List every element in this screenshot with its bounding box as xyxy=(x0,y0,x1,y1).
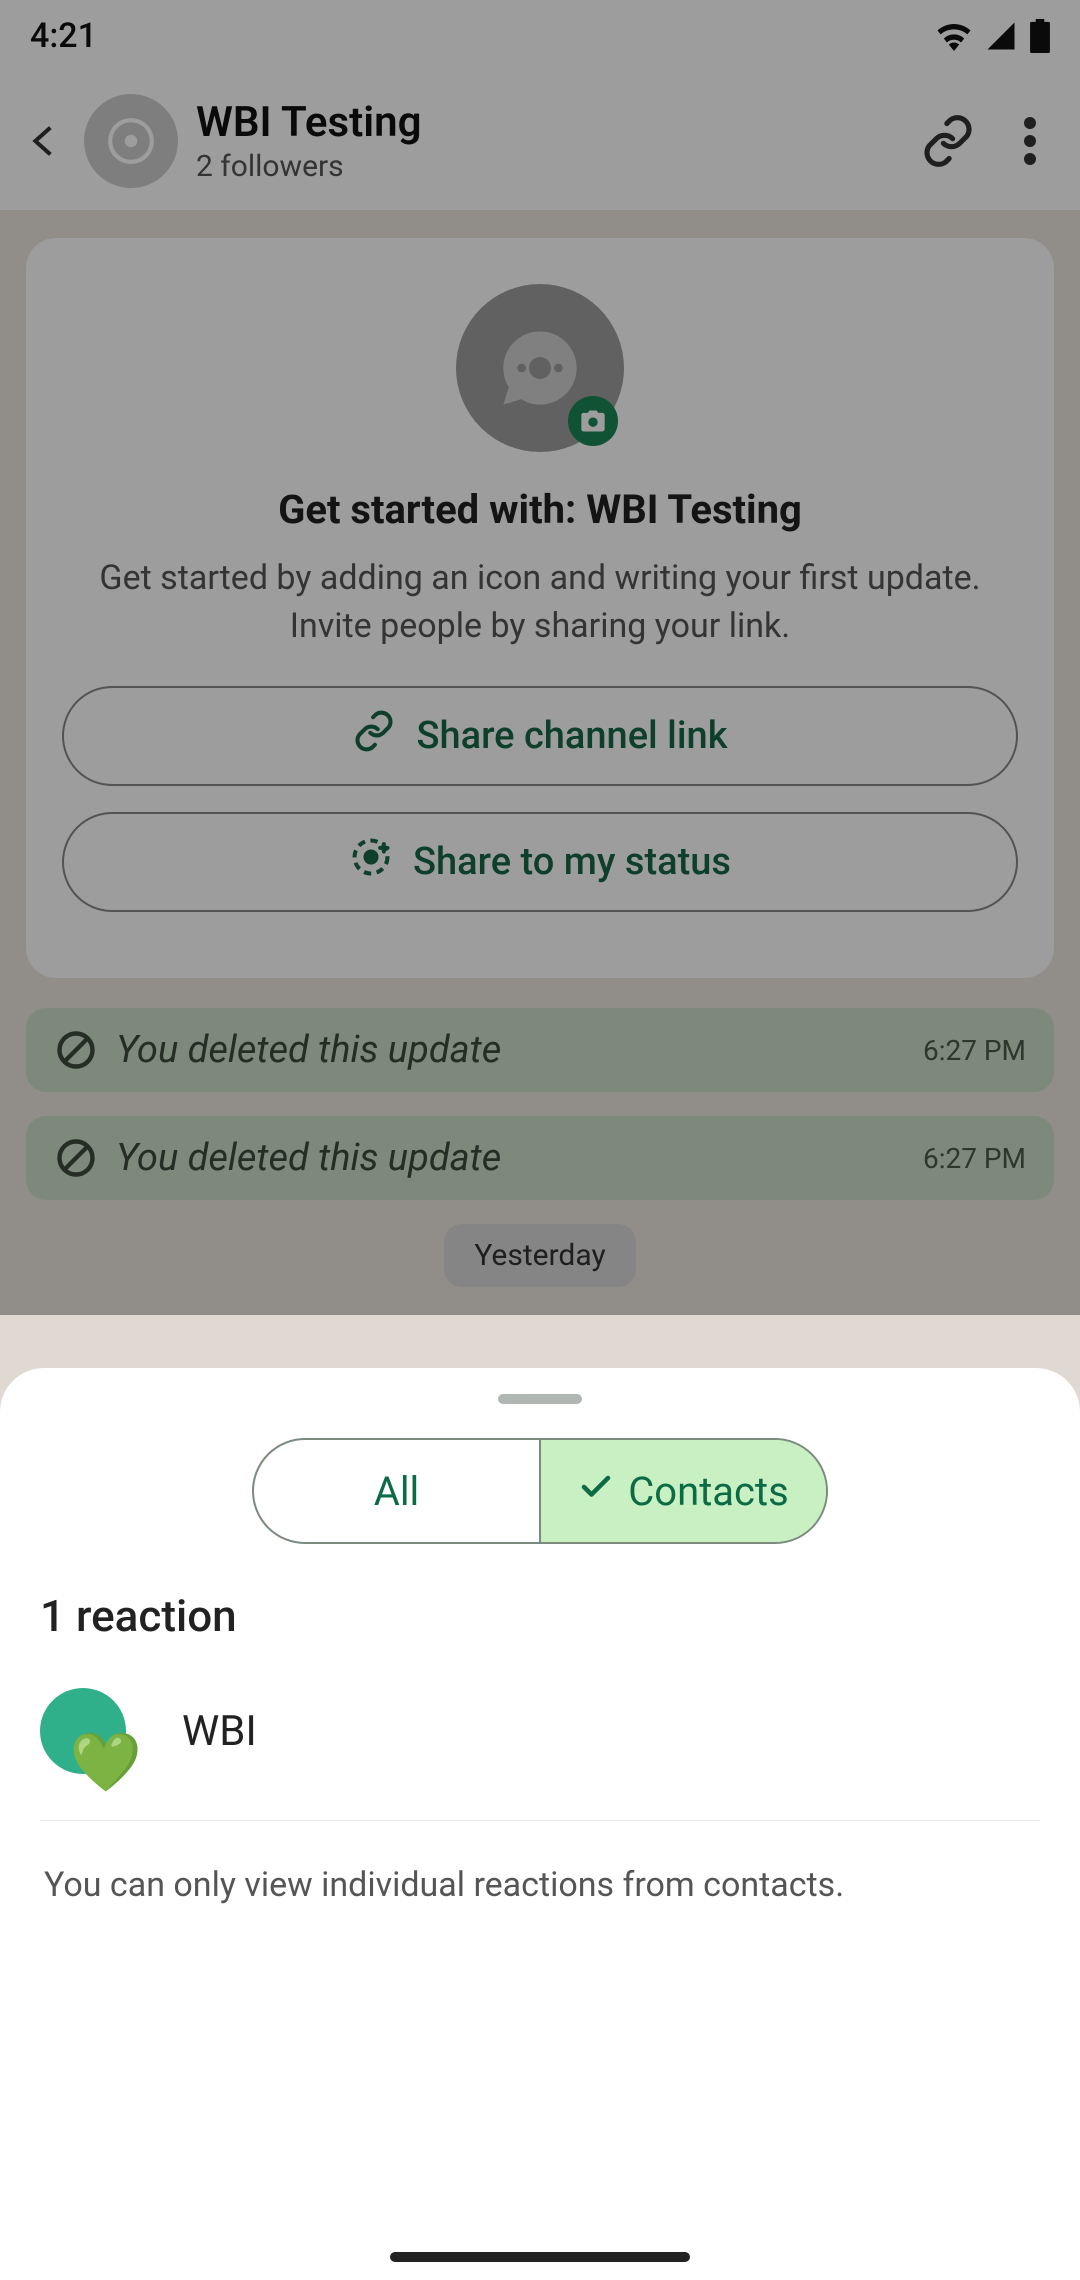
tab-contacts-label: Contacts xyxy=(628,1468,788,1515)
reactor-name: WBI xyxy=(182,1707,257,1756)
reactions-bottom-sheet: All Contacts 1 reaction 💚 WBI You can on… xyxy=(0,1368,1080,2280)
reactor-avatar: 💚 xyxy=(40,1688,126,1774)
tab-all[interactable]: All xyxy=(254,1440,539,1542)
drag-handle[interactable] xyxy=(498,1394,582,1404)
check-icon xyxy=(578,1468,614,1515)
reaction-row[interactable]: 💚 WBI xyxy=(40,1688,1040,1821)
tab-contacts[interactable]: Contacts xyxy=(539,1440,826,1542)
heart-emoji-icon: 💚 xyxy=(70,1734,142,1792)
segmented-control: All Contacts xyxy=(252,1438,828,1544)
tab-all-label: All xyxy=(374,1468,420,1515)
nav-gesture-pill[interactable] xyxy=(390,2252,690,2262)
sheet-info-note: You can only view individual reactions f… xyxy=(40,1865,1040,1905)
reaction-count: 1 reaction xyxy=(40,1590,1040,1642)
